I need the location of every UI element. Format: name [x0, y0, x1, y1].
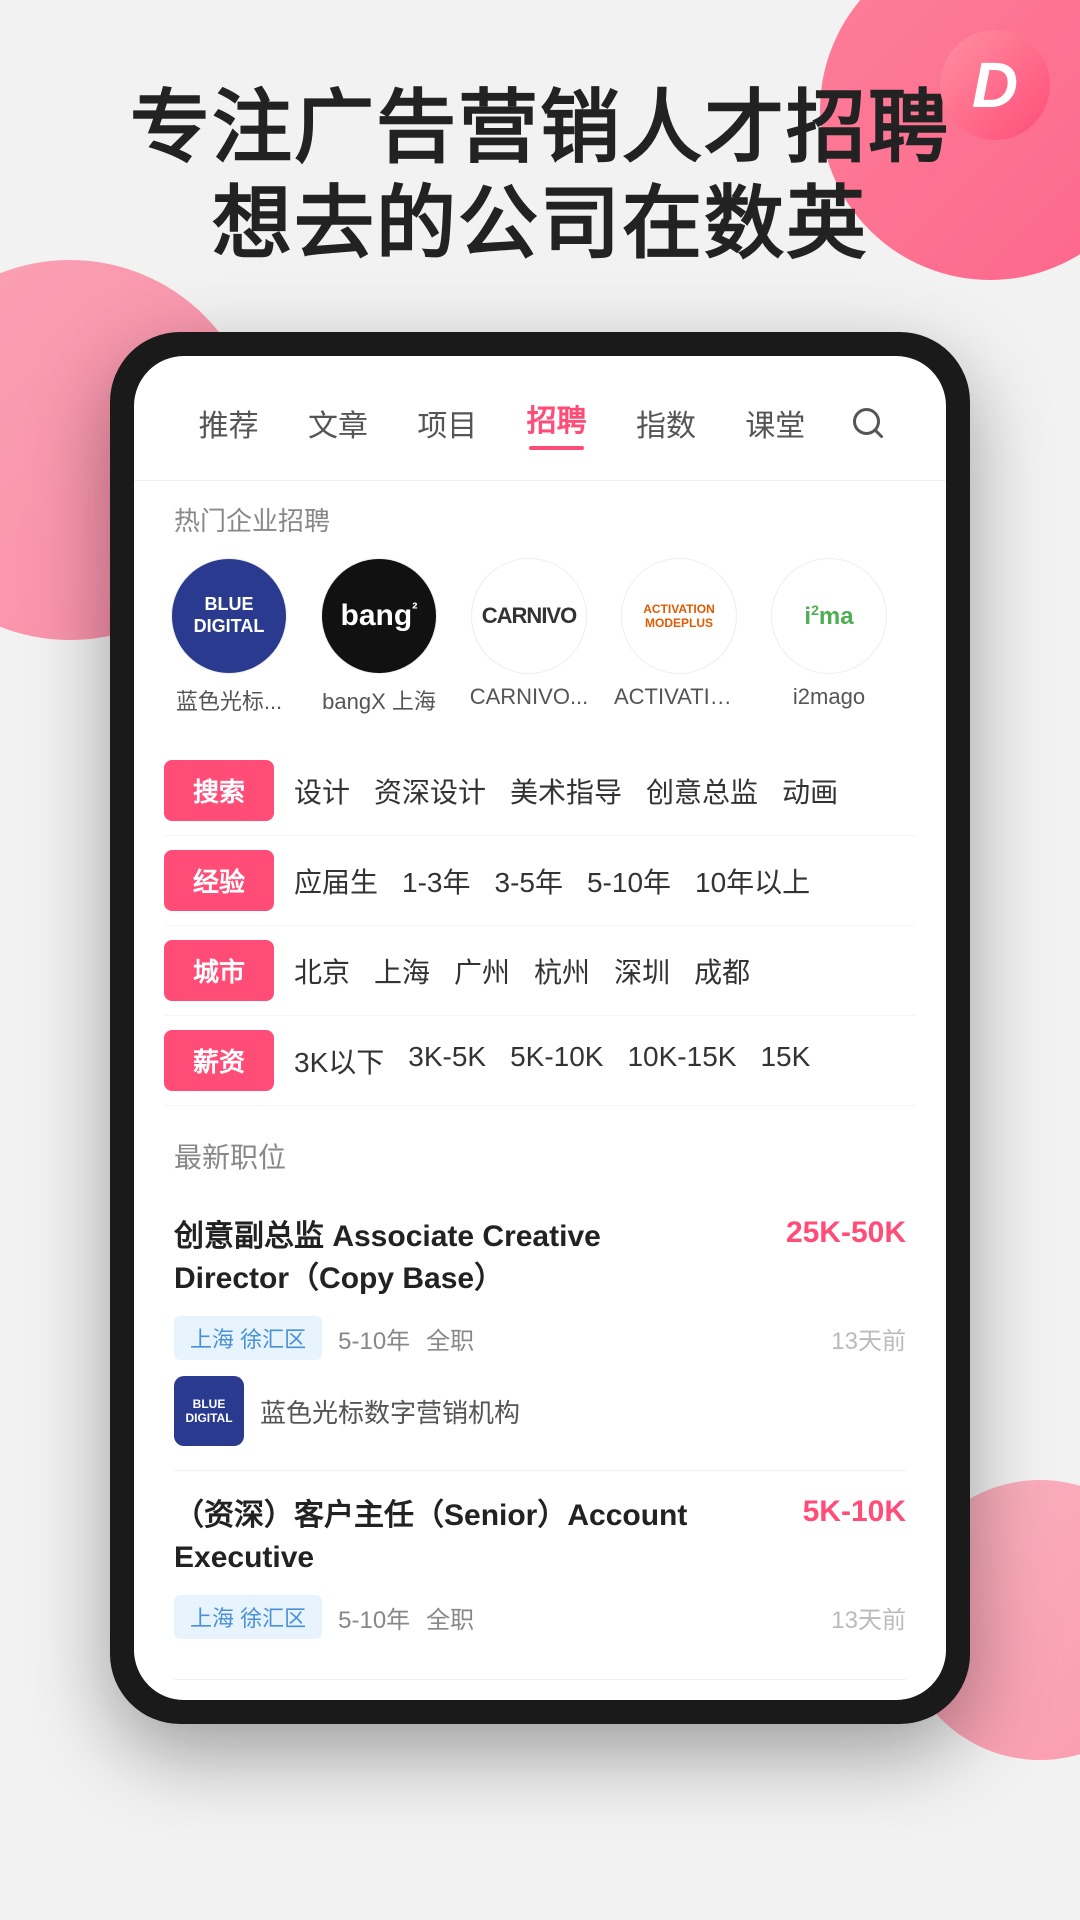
search-icon-button[interactable] — [830, 395, 906, 451]
hero-title-line2: 想去的公司在数英 — [60, 176, 1020, 272]
job-company-name-1: 蓝色光标数字营销机构 — [260, 1393, 520, 1430]
job-meta-1: 上海 徐汇区 5-10年 全职 13天前 — [174, 1316, 906, 1360]
filter-option-guangzhou[interactable]: 广州 — [454, 951, 510, 991]
filter-option-1-3[interactable]: 1-3年 — [402, 861, 470, 901]
filter-option-shanghai[interactable]: 上海 — [374, 951, 430, 991]
company-logos-row: BLUEDIGITAL 蓝色光标... bang² bangX 上海 CARNI… — [134, 548, 946, 736]
job-card-2-top: （资深）客户主任（Senior）Account Executive 5K-10K — [174, 1495, 906, 1579]
filter-options-city: 北京 上海 广州 杭州 深圳 成都 — [294, 951, 916, 991]
company-name-bluedigital: 蓝色光标... — [176, 684, 282, 716]
nav-item-course[interactable]: 课堂 — [721, 391, 830, 455]
filter-option-art-director[interactable]: 美术指导 — [510, 771, 622, 811]
filter-tag-salary[interactable]: 薪资 — [164, 1030, 274, 1091]
phone-frame: 推荐 文章 项目 招聘 指数 课堂 热门企业招聘 — [110, 332, 970, 1724]
company-logo-text-1: BLUEDIGITAL — [181, 1393, 236, 1430]
filter-tag-city[interactable]: 城市 — [164, 940, 274, 1001]
company-name-carnivo: CARNIVO... — [470, 684, 589, 710]
company-item-bluedigital[interactable]: BLUEDIGITAL 蓝色光标... — [164, 558, 294, 716]
filter-section: 搜索 设计 资深设计 美术指导 创意总监 动画 经验 应届生 1-3年 — [134, 736, 946, 1116]
hero-title-line1: 专注广告营销人才招聘 — [60, 80, 1020, 176]
jobs-section-title: 最新职位 — [174, 1136, 906, 1176]
filter-option-5-10[interactable]: 5-10年 — [587, 861, 671, 901]
company-name-activation: ACTIVATIO... — [614, 684, 744, 710]
filter-option-3k-below[interactable]: 3K以下 — [294, 1041, 384, 1081]
filter-row-city: 城市 北京 上海 广州 杭州 深圳 成都 — [164, 926, 916, 1016]
phone-screen: 推荐 文章 项目 招聘 指数 课堂 热门企业招聘 — [134, 356, 946, 1700]
job-company-row-1: BLUEDIGITAL 蓝色光标数字营销机构 — [174, 1376, 906, 1446]
jobs-section: 最新职位 创意副总监 Associate Creative Director（C… — [134, 1116, 946, 1700]
company-item-bangx[interactable]: bang² bangX 上海 — [314, 558, 444, 716]
filter-option-3-5[interactable]: 3-5年 — [495, 861, 563, 901]
company-logo-i2mago: i2ma — [771, 558, 887, 674]
job-company-logo-1: BLUEDIGITAL — [174, 1376, 244, 1446]
filter-option-creative-director[interactable]: 创意总监 — [646, 771, 758, 811]
job-experience-1: 5-10年 — [338, 1321, 410, 1356]
app-logo[interactable]: D — [940, 30, 1050, 140]
filter-tag-experience[interactable]: 经验 — [164, 850, 274, 911]
filter-option-hangzhou[interactable]: 杭州 — [534, 951, 590, 991]
job-location-1: 上海 徐汇区 — [174, 1316, 322, 1360]
company-logo-bluedigital: BLUEDIGITAL — [171, 558, 287, 674]
hot-companies-label: 热门企业招聘 — [134, 481, 946, 548]
job-type-2: 全职 — [426, 1600, 474, 1635]
filter-tag-search[interactable]: 搜索 — [164, 760, 274, 821]
company-name-i2mago: i2mago — [793, 684, 865, 710]
job-card-2[interactable]: （资深）客户主任（Senior）Account Executive 5K-10K… — [174, 1471, 906, 1680]
company-logo-activation: ACTIVATIONMODEPLUS — [621, 558, 737, 674]
filter-option-senior-design[interactable]: 资深设计 — [374, 771, 486, 811]
job-card-1[interactable]: 创意副总监 Associate Creative Director（Copy B… — [174, 1192, 906, 1471]
filter-option-10plus[interactable]: 10年以上 — [695, 861, 810, 901]
nav-item-project[interactable]: 项目 — [393, 391, 502, 455]
nav-item-recommend[interactable]: 推荐 — [174, 391, 283, 455]
filter-option-fresh[interactable]: 应届生 — [294, 861, 378, 901]
job-title-1: 创意副总监 Associate Creative Director（Copy B… — [174, 1216, 694, 1300]
filter-options-salary: 3K以下 3K-5K 5K-10K 10K-15K 15K — [294, 1041, 916, 1081]
app-logo-letter: D — [972, 48, 1018, 122]
filter-options-search: 设计 资深设计 美术指导 创意总监 动画 — [294, 771, 916, 811]
nav-item-article[interactable]: 文章 — [283, 391, 392, 455]
filter-row-salary: 薪资 3K以下 3K-5K 5K-10K 10K-15K 15K — [164, 1016, 916, 1106]
filter-option-3k-5k[interactable]: 3K-5K — [408, 1041, 486, 1081]
filter-option-15k[interactable]: 15K — [760, 1041, 810, 1081]
hero-section: 专注广告营销人才招聘 想去的公司在数英 — [0, 0, 1080, 272]
filter-option-chengdu[interactable]: 成都 — [694, 951, 750, 991]
company-item-i2mago[interactable]: i2ma i2mago — [764, 558, 894, 716]
filter-options-experience: 应届生 1-3年 3-5年 5-10年 10年以上 — [294, 861, 916, 901]
nav-bar: 推荐 文章 项目 招聘 指数 课堂 — [134, 356, 946, 481]
job-card-1-top: 创意副总监 Associate Creative Director（Copy B… — [174, 1216, 906, 1300]
company-item-activation[interactable]: ACTIVATIONMODEPLUS ACTIVATIO... — [614, 558, 744, 716]
filter-row-experience: 经验 应届生 1-3年 3-5年 5-10年 10年以上 — [164, 836, 916, 926]
filter-option-animation[interactable]: 动画 — [782, 771, 838, 811]
company-logo-bangx: bang² — [321, 558, 437, 674]
search-icon — [850, 405, 886, 441]
job-salary-2: 5K-10K — [803, 1495, 906, 1529]
company-item-carnivo[interactable]: CARNIVO CARNIVO... — [464, 558, 594, 716]
filter-option-5k-10k[interactable]: 5K-10K — [510, 1041, 603, 1081]
nav-item-index[interactable]: 指数 — [611, 391, 720, 455]
filter-option-shenzhen[interactable]: 深圳 — [614, 951, 670, 991]
job-time-2: 13天前 — [831, 1600, 906, 1635]
filter-option-beijing[interactable]: 北京 — [294, 951, 350, 991]
job-meta-2: 上海 徐汇区 5-10年 全职 13天前 — [174, 1595, 906, 1639]
job-salary-1: 25K-50K — [786, 1216, 906, 1250]
job-experience-2: 5-10年 — [338, 1600, 410, 1635]
job-title-2: （资深）客户主任（Senior）Account Executive — [174, 1495, 694, 1579]
job-location-2: 上海 徐汇区 — [174, 1595, 322, 1639]
nav-item-jobs[interactable]: 招聘 — [502, 386, 611, 460]
hero-title: 专注广告营销人才招聘 想去的公司在数英 — [60, 80, 1020, 272]
filter-option-10k-15k[interactable]: 10K-15K — [627, 1041, 736, 1081]
company-name-bangx: bangX 上海 — [322, 684, 436, 716]
job-time-1: 13天前 — [831, 1321, 906, 1356]
filter-row-search: 搜索 设计 资深设计 美术指导 创意总监 动画 — [164, 746, 916, 836]
company-logo-carnivo: CARNIVO — [471, 558, 587, 674]
phone-mockup: 推荐 文章 项目 招聘 指数 课堂 热门企业招聘 — [110, 332, 970, 1724]
filter-option-design[interactable]: 设计 — [294, 771, 350, 811]
job-type-1: 全职 — [426, 1321, 474, 1356]
